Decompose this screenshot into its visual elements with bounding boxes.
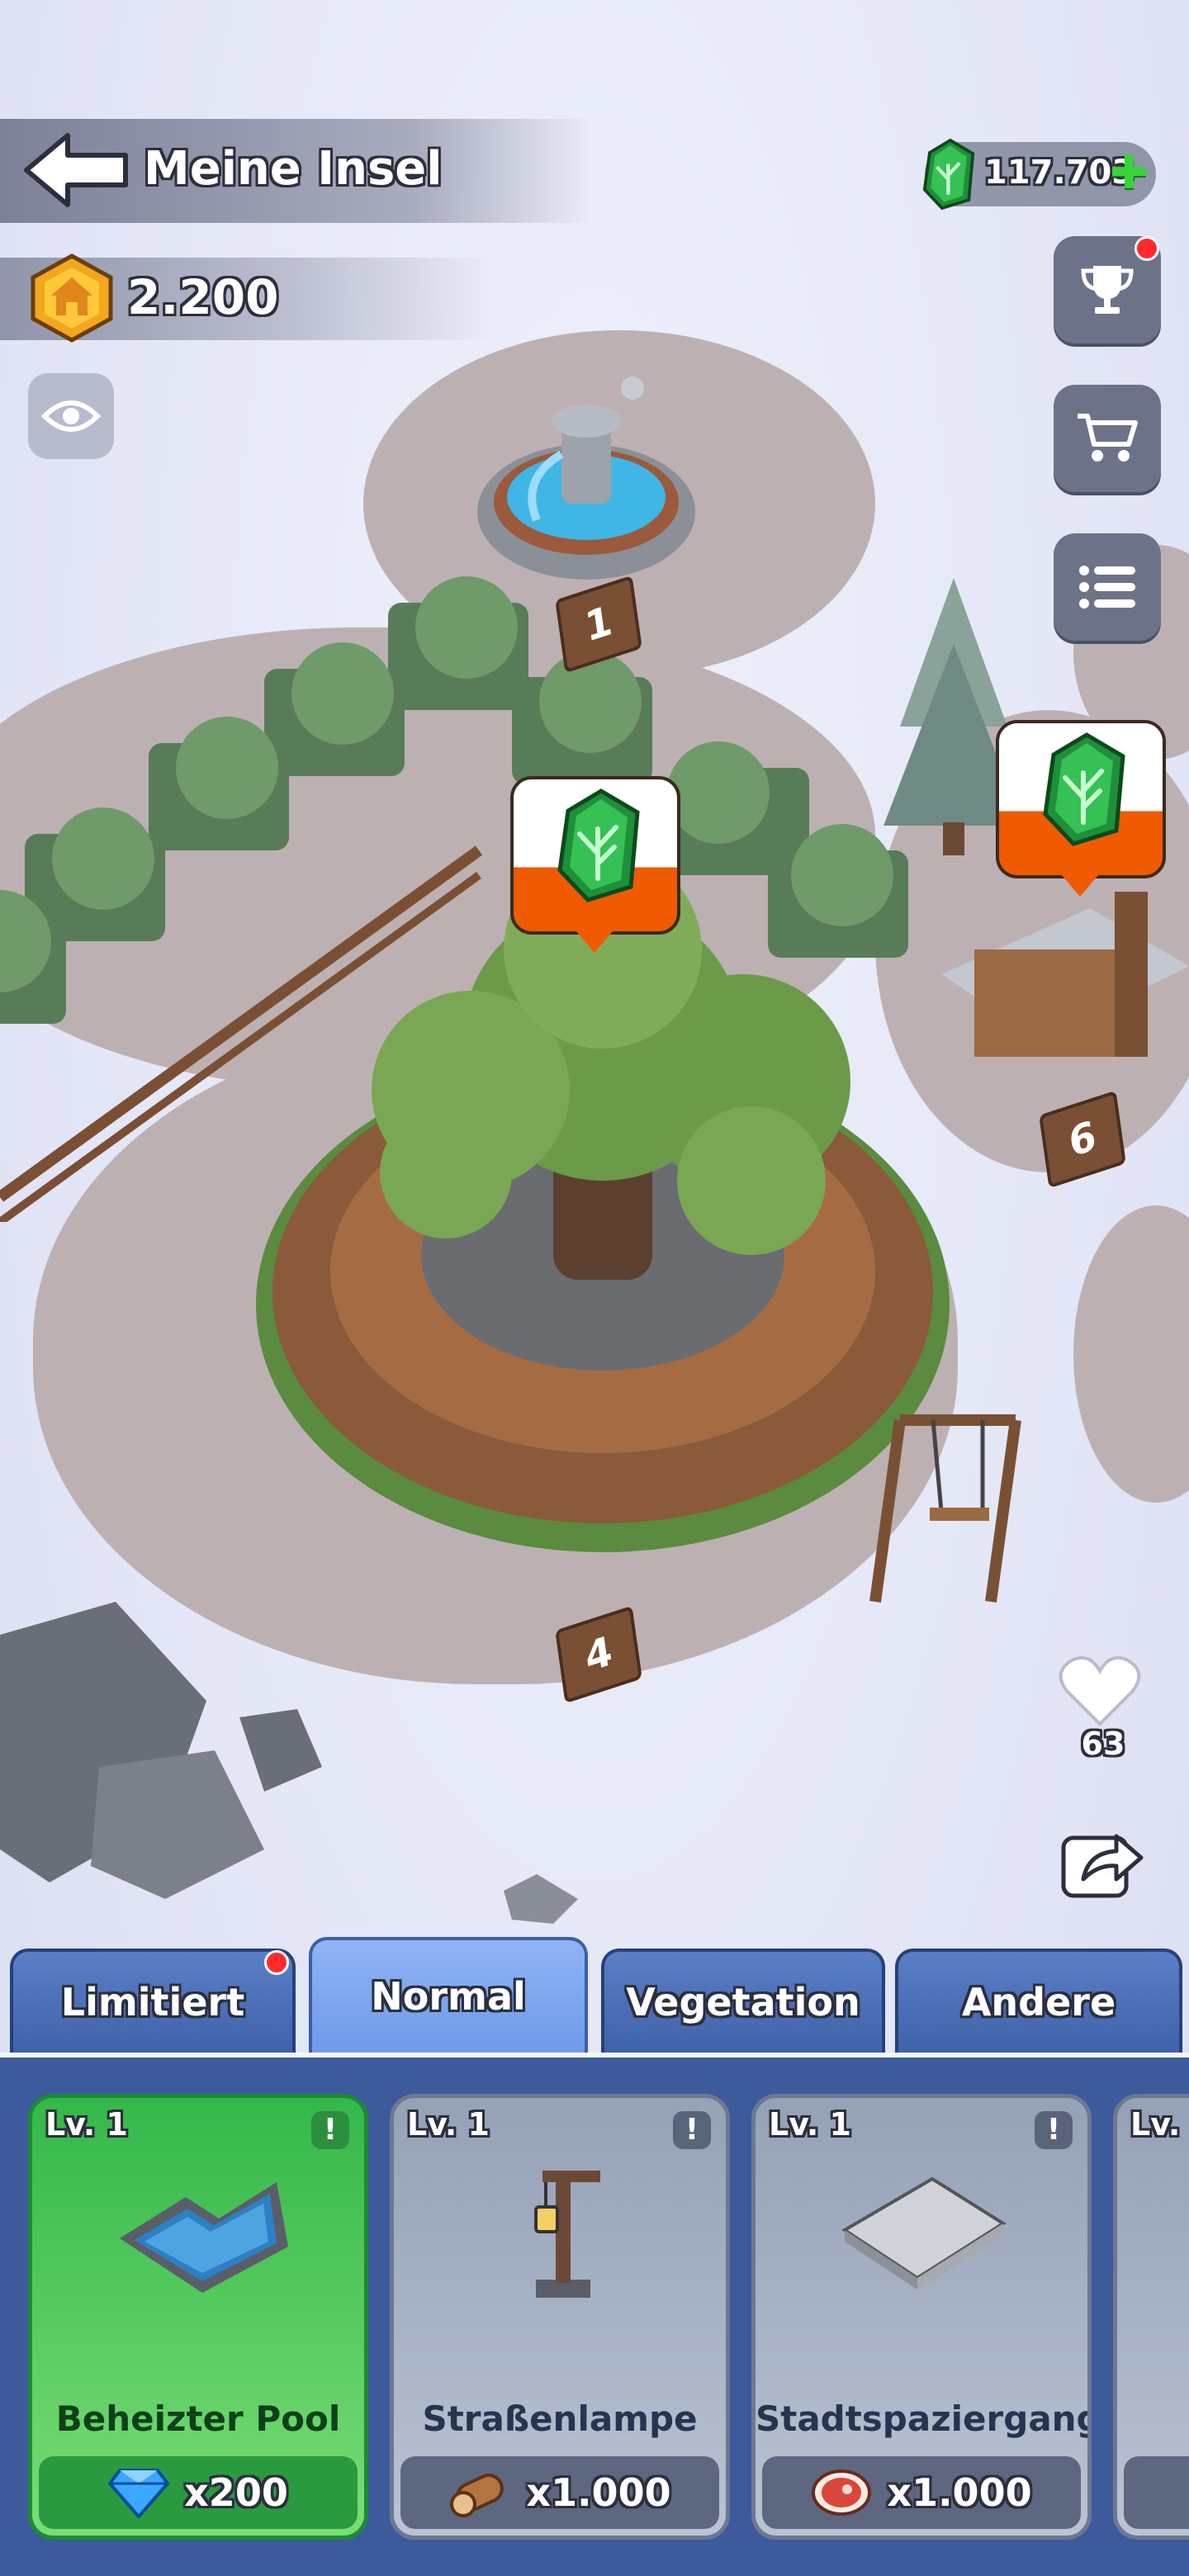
trophy-icon [1081, 266, 1134, 314]
back-arrow-icon[interactable] [23, 130, 130, 210]
swing[interactable] [867, 1404, 1049, 1610]
item-level: Lv. 1 [407, 2106, 490, 2143]
cart-icon [1078, 414, 1138, 462]
coin-balance: 2.200 [127, 269, 279, 325]
tab-vegetation[interactable]: Vegetation [601, 1949, 885, 2053]
like-count: 63 [1081, 1726, 1125, 1762]
item-price[interactable] [1124, 2456, 1189, 2529]
popup-tail [1062, 875, 1098, 897]
shop-button[interactable] [1054, 385, 1161, 492]
notification-dot [264, 1950, 289, 1975]
pool-icon [120, 2182, 288, 2293]
item-price-value: x1.000 [887, 2470, 1032, 2515]
tab-label: Andere [961, 1980, 1116, 2024]
item-name: Straßenlampe [422, 2398, 698, 2439]
tab-label: Normal [371, 1974, 526, 2019]
item-card-strassenlampe[interactable]: Lv. 1 ! Straßenlampe x1.000 [390, 2094, 730, 2540]
workshop-building[interactable] [925, 859, 1189, 1106]
add-gems-icon[interactable]: ✚ [1110, 150, 1149, 197]
item-price[interactable]: x1.000 [762, 2456, 1081, 2529]
fountain[interactable] [471, 355, 702, 594]
meat-icon [812, 2469, 872, 2516]
gem-harvest-popup[interactable] [510, 776, 680, 935]
wood-log-icon [450, 2473, 504, 2517]
info-icon[interactable]: ! [1035, 2111, 1073, 2149]
list-menu-button[interactable] [1054, 533, 1161, 641]
dirt-patch [1073, 1205, 1189, 1503]
info-icon[interactable]: ! [311, 2111, 349, 2149]
eye-icon [41, 400, 101, 432]
tab-normal[interactable]: Normal [309, 1937, 588, 2053]
paving-tile-icon [841, 2176, 1007, 2290]
view-toggle-button[interactable] [28, 373, 114, 459]
green-gem-icon [1043, 732, 1125, 846]
list-icon [1079, 566, 1135, 608]
item-card-partial[interactable]: Lv. 1 [1113, 2094, 1189, 2540]
item-price[interactable]: x1.000 [400, 2456, 719, 2529]
green-gem-icon [922, 138, 975, 211]
diamond-icon [108, 2469, 170, 2518]
item-name: Beheizter Pool [55, 2398, 341, 2439]
tab-limitiert[interactable]: Limitiert [10, 1949, 296, 2053]
popup-tail [576, 931, 613, 953]
info-icon[interactable]: ! [673, 2111, 711, 2149]
island-scene: 1 6 4 Meine Insel 2.200 117.703 ✚ 63 Lim… [0, 0, 1189, 2576]
item-level: Lv. 1 [45, 2106, 128, 2143]
item-level: Lv. 1 [1130, 2106, 1189, 2143]
green-gem-icon [557, 788, 640, 902]
share-icon[interactable] [1059, 1821, 1146, 1901]
tab-label: Vegetation [626, 1980, 860, 2024]
tab-label: Limitiert [60, 1980, 245, 2024]
street-lamp-icon [534, 2171, 600, 2298]
item-level: Lv. 1 [769, 2106, 851, 2143]
item-card-stadtspaziergang[interactable]: Lv. 1 ! Stadtspaziergang x1.000 [751, 2094, 1092, 2540]
notification-dot [1135, 236, 1159, 261]
small-rock [504, 1874, 578, 1924]
tab-andere[interactable]: Andere [895, 1949, 1182, 2053]
item-price[interactable]: x200 [39, 2456, 358, 2529]
rocks [0, 1602, 322, 1899]
page-title: Meine Insel [144, 142, 443, 196]
gem-harvest-popup[interactable] [996, 720, 1166, 878]
item-price-value: x1.000 [526, 2470, 671, 2515]
item-card-beheizter-pool[interactable]: Lv. 1 ! Beheizter Pool x200 [28, 2094, 368, 2540]
heart-icon[interactable] [1059, 1655, 1141, 1727]
item-name: Stadtspaziergang [756, 2398, 1092, 2439]
island-coin-icon [31, 253, 113, 343]
item-price-value: x200 [184, 2470, 288, 2515]
